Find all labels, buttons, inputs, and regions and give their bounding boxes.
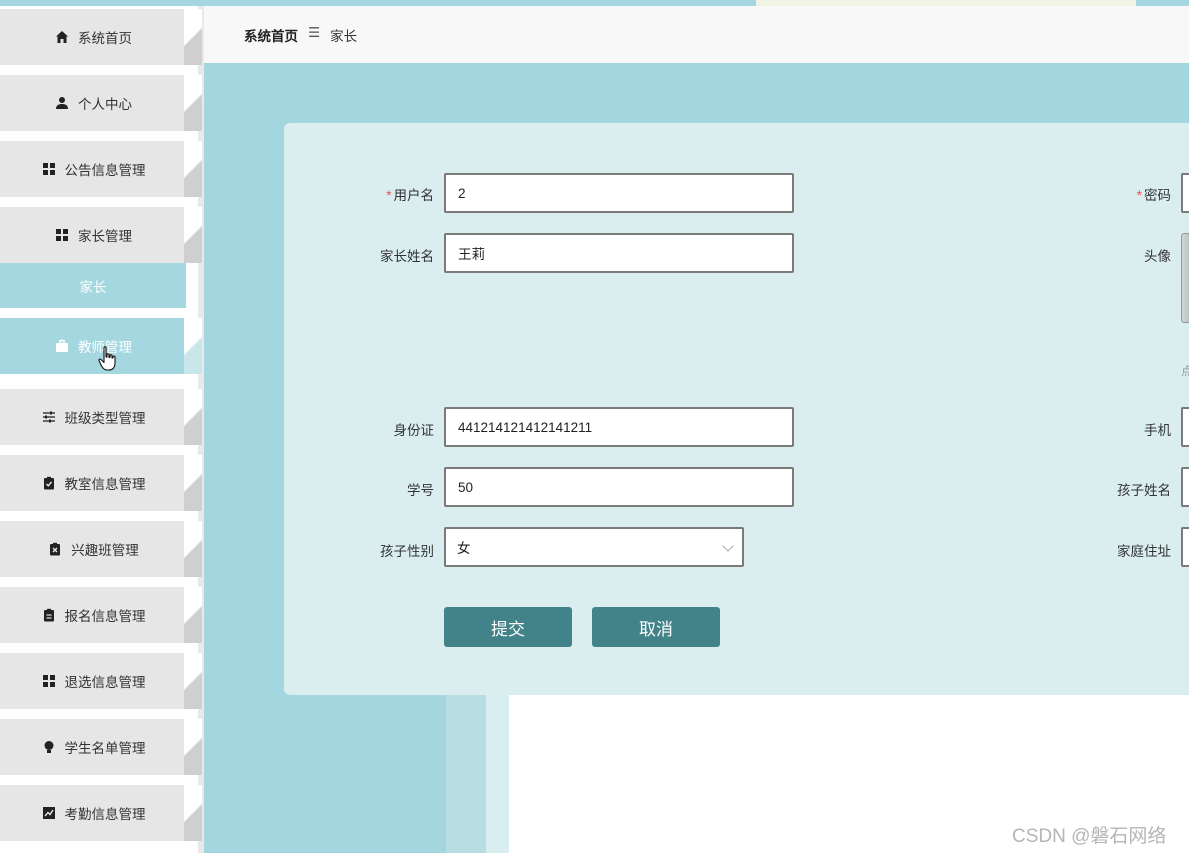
sidebar-item-label: 学生名单管理 bbox=[64, 741, 146, 756]
sidebar-item-label: 报名信息管理 bbox=[64, 609, 146, 624]
sliders-icon bbox=[41, 409, 57, 425]
child-gender-value: 女 bbox=[457, 541, 471, 556]
child-name-label: 孩子姓名 bbox=[1117, 483, 1171, 498]
avatar-label: 头像 bbox=[1144, 249, 1171, 264]
sidebar-item-classroom[interactable]: 教室信息管理 bbox=[0, 455, 204, 511]
sidebar-item-label: 个人中心 bbox=[78, 97, 132, 112]
child-gender-select[interactable]: 女 bbox=[444, 527, 744, 567]
sidebar-item-home[interactable]: 系统首页 bbox=[0, 9, 204, 65]
student-no-label: 学号 bbox=[407, 483, 434, 498]
watermark: CSDN @磐石网络 bbox=[1012, 826, 1167, 847]
sidebar-item-label: 班级类型管理 bbox=[64, 411, 146, 426]
parent-name-label: 家长姓名 bbox=[380, 249, 434, 264]
sidebar-item-parent[interactable]: 家长管理 bbox=[0, 207, 204, 263]
bulb-icon bbox=[41, 739, 57, 755]
child-name-input[interactable] bbox=[1181, 467, 1189, 507]
avatar-upload[interactable] bbox=[1181, 233, 1189, 323]
sidebar-item-label: 兴趣班管理 bbox=[71, 543, 139, 558]
submit-button[interactable]: 提交 bbox=[444, 607, 572, 647]
home-icon bbox=[54, 29, 70, 45]
background-stripe bbox=[446, 695, 486, 853]
breadcrumb-current: 家长 bbox=[330, 29, 358, 44]
sidebar-item-label: 教室信息管理 bbox=[64, 477, 146, 492]
sidebar-item-enroll[interactable]: 报名信息管理 bbox=[0, 587, 204, 643]
breadcrumb: 系统首页 ☰ 家长 bbox=[244, 25, 357, 45]
sidebar-item-profile[interactable]: 个人中心 bbox=[0, 75, 204, 131]
breadcrumb-bar: 系统首页 ☰ 家长 bbox=[204, 6, 1189, 63]
sidebar-item-interest-class[interactable]: 兴趣班管理 bbox=[0, 521, 204, 577]
cancel-button[interactable]: 取消 bbox=[592, 607, 720, 647]
sidebar-item-notice[interactable]: 公告信息管理 bbox=[0, 141, 204, 197]
sidebar-item-label: 系统首页 bbox=[78, 31, 132, 46]
address-input[interactable] bbox=[1181, 527, 1189, 567]
username-input[interactable]: 2 bbox=[444, 173, 794, 213]
chevron-down-icon bbox=[722, 540, 734, 552]
grid-icon bbox=[41, 673, 57, 689]
grid-icon bbox=[54, 227, 70, 243]
sidebar-item-label: 退选信息管理 bbox=[64, 675, 146, 690]
id-card-label: 身份证 bbox=[393, 423, 435, 438]
sidebar: 系统首页 个人中心 公告信息管理 家长管理 家长 教师管理 bbox=[0, 6, 204, 853]
student-no-input[interactable]: 50 bbox=[444, 467, 794, 507]
sidebar-item-withdraw[interactable]: 退选信息管理 bbox=[0, 653, 204, 709]
sidebar-item-label: 公告信息管理 bbox=[64, 163, 146, 178]
sidebar-item-class-type[interactable]: 班级类型管理 bbox=[0, 389, 204, 445]
person-icon bbox=[54, 95, 70, 111]
clipboard-check-icon bbox=[41, 475, 57, 491]
sidebar-item-label: 家长管理 bbox=[78, 229, 132, 244]
clipboard-x-icon bbox=[47, 541, 63, 557]
address-label: 家庭住址 bbox=[1117, 544, 1171, 559]
breadcrumb-separator-icon: ☰ bbox=[308, 25, 321, 40]
avatar-upload-hint: 点 bbox=[1181, 364, 1189, 378]
chart-icon bbox=[41, 805, 57, 821]
password-input[interactable] bbox=[1181, 173, 1189, 213]
phone-input[interactable] bbox=[1181, 407, 1189, 447]
grid-icon bbox=[41, 161, 57, 177]
hand-cursor-icon bbox=[98, 346, 118, 375]
child-gender-label: 孩子性别 bbox=[380, 544, 434, 559]
phone-label: 手机 bbox=[1144, 423, 1171, 438]
submenu-item-parent[interactable]: 家长 bbox=[0, 263, 186, 308]
username-label: * 用户名 bbox=[386, 188, 434, 203]
parent-name-input[interactable]: 王莉 bbox=[444, 233, 794, 273]
password-label: * 密码 bbox=[1136, 188, 1171, 203]
breadcrumb-home[interactable]: 系统首页 bbox=[244, 25, 298, 45]
sidebar-item-student-list[interactable]: 学生名单管理 bbox=[0, 719, 204, 775]
briefcase-icon bbox=[54, 338, 70, 354]
sidebar-item-attendance[interactable]: 考勤信息管理 bbox=[0, 785, 204, 841]
sidebar-item-label: 考勤信息管理 bbox=[64, 807, 146, 822]
clipboard-icon bbox=[41, 607, 57, 623]
background-stripe bbox=[486, 695, 509, 853]
id-card-input[interactable]: 441214121412141211 bbox=[444, 407, 794, 447]
